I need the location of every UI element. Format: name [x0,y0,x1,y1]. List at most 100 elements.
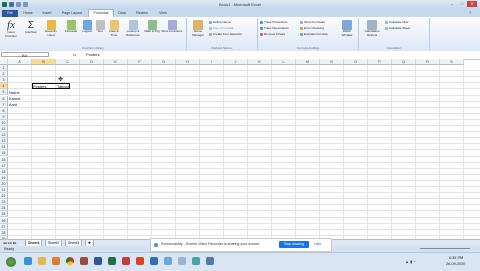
gridline [79,65,80,239]
column-header-s[interactable]: S [440,59,464,65]
maximize-button[interactable]: □ [457,1,467,7]
gridline [8,216,480,218]
trace-dependents-icon [260,26,263,30]
use-in-formula-button[interactable]: Use in Formula [209,26,233,30]
defined-names-label: Defined Names [211,46,233,50]
tab-insert[interactable]: Insert [38,10,56,17]
store-icon[interactable] [206,257,214,265]
system-tray-icons[interactable]: ▲ ▮ ◔ [405,259,416,264]
column-header-l[interactable]: L [272,59,296,65]
excel-icon[interactable] [108,257,116,265]
minimize-button[interactable]: – [447,1,457,7]
tag-icon [209,20,212,24]
gridline [55,65,56,239]
clock-date[interactable]: 26-09-2020 [446,262,465,266]
create-from-selection-button[interactable]: Create from Selection [209,32,242,36]
autosum-button[interactable]: Σ AutoSum [22,20,40,35]
photos-icon[interactable] [192,257,200,265]
file-explorer-icon[interactable] [38,257,46,265]
cell-a5[interactable]: Name [9,90,20,95]
powerpoint-icon[interactable] [136,257,144,265]
calculate-now-button[interactable]: Calculate Now [385,20,408,24]
tab-data[interactable]: Data [115,10,129,17]
snipping-tool-icon[interactable] [122,257,130,265]
column-header-j[interactable]: J [224,59,248,65]
column-header-b[interactable]: B [32,59,56,65]
notepad-icon[interactable] [178,257,186,265]
calculate-sheet-button[interactable]: Calculate Sheet [385,26,410,30]
app-icon[interactable] [80,257,88,265]
tab-page-layout[interactable]: Page Layout [58,10,86,17]
gridline [415,65,416,239]
financial-button[interactable]: Financial [62,20,80,34]
column-header-c[interactable]: C [56,59,80,65]
cell-a7[interactable]: Amit [9,102,17,107]
close-button[interactable]: ✕ [467,1,477,7]
lookup-reference-button[interactable]: Lookup & Reference [123,20,143,37]
math-trig-button[interactable]: Math & Trig [144,20,160,34]
column-header-f[interactable]: F [128,59,152,65]
column-header-r[interactable]: R [416,59,440,65]
show-formulas-button[interactable]: Show Formulas [300,20,325,24]
tab-file[interactable]: File [2,10,18,17]
help-icon[interactable]: ? [465,10,475,16]
calculate-now-icon [385,20,388,24]
gridline [8,222,480,224]
stop-sharing-button[interactable]: Stop sharing [279,241,309,248]
date-time-button[interactable]: Date & Time [106,20,122,37]
column-header-o[interactable]: O [344,59,368,65]
tab-view[interactable]: View [155,10,171,17]
formula-icon [209,26,212,30]
calculation-group: Calculation Options Calculate Now Calcul… [359,18,430,50]
logical-button[interactable]: Logical [80,20,94,34]
name-manager-button[interactable]: Name Manager [189,20,207,37]
fx-icon[interactable]: fx [73,52,76,57]
define-name-button[interactable]: Define Name [209,20,231,24]
start-icon[interactable] [6,257,16,267]
column-header-h[interactable]: H [176,59,200,65]
clock-time[interactable]: 6:35 PM [449,256,463,260]
insert-function-button[interactable]: fx Insert Function [2,20,20,38]
media-player-icon[interactable] [52,257,60,265]
trace-precedents-button[interactable]: Trace Precedents [260,20,288,24]
column-header-e[interactable]: E [104,59,128,65]
column-header-d[interactable]: D [80,59,104,65]
column-header-i[interactable]: I [200,59,224,65]
column-header-q[interactable]: Q [392,59,416,65]
worksheet-grid[interactable]: A B C D E F G H I J K L M N O P Q R S 1 2 3 4 5 6 7 8 9 10 11 12 13 14 15… [0,59,480,239]
watch-window-button[interactable]: Watch Window [338,20,356,37]
column-header-p[interactable]: P [368,59,392,65]
recently-used-button[interactable]: Recently Used [42,20,60,37]
column-header-m[interactable]: M [296,59,320,65]
column-header-g[interactable]: G [152,59,176,65]
gridline [8,131,480,133]
sheet-nav-arrows[interactable]: ◂◂ ◂ ▸ ▸▸ [3,241,16,245]
formula-input[interactable]: Posters [86,52,100,57]
column-header-k[interactable]: K [248,59,272,65]
error-checking-icon [300,26,303,30]
outlook-icon[interactable] [150,257,158,265]
evaluate-formula-button[interactable]: Evaluate Formula [300,32,328,36]
formula-auditing-group: Trace Precedents Trace Dependents Remove… [258,18,359,50]
name-box[interactable]: B4 [1,52,49,58]
gridline [103,65,104,239]
cell-a6[interactable]: Kamal [9,96,20,101]
internet-explorer-icon[interactable] [24,257,32,265]
hide-button[interactable]: Hide [314,242,321,246]
tab-review[interactable]: Review [132,10,152,17]
error-checking-button[interactable]: Error Checking [300,26,324,30]
trace-dependents-button[interactable]: Trace Dependents [260,26,289,30]
word-icon[interactable] [94,257,102,265]
calculation-options-button[interactable]: Calculation Options [361,20,383,37]
more-functions-button[interactable]: More Functions [161,20,183,34]
remove-arrows-button[interactable]: Remove Arrows [260,32,285,36]
paint-icon[interactable] [164,257,172,265]
tab-home[interactable]: Home [20,10,36,17]
function-library-label: Function Library [82,46,104,50]
chrome-icon[interactable] [66,257,74,265]
column-header-n[interactable]: N [320,59,344,65]
column-header-a[interactable]: A [8,59,32,65]
text-button[interactable]: Text [94,20,106,34]
zoom-slider[interactable] [420,248,470,249]
gridline [8,161,480,163]
